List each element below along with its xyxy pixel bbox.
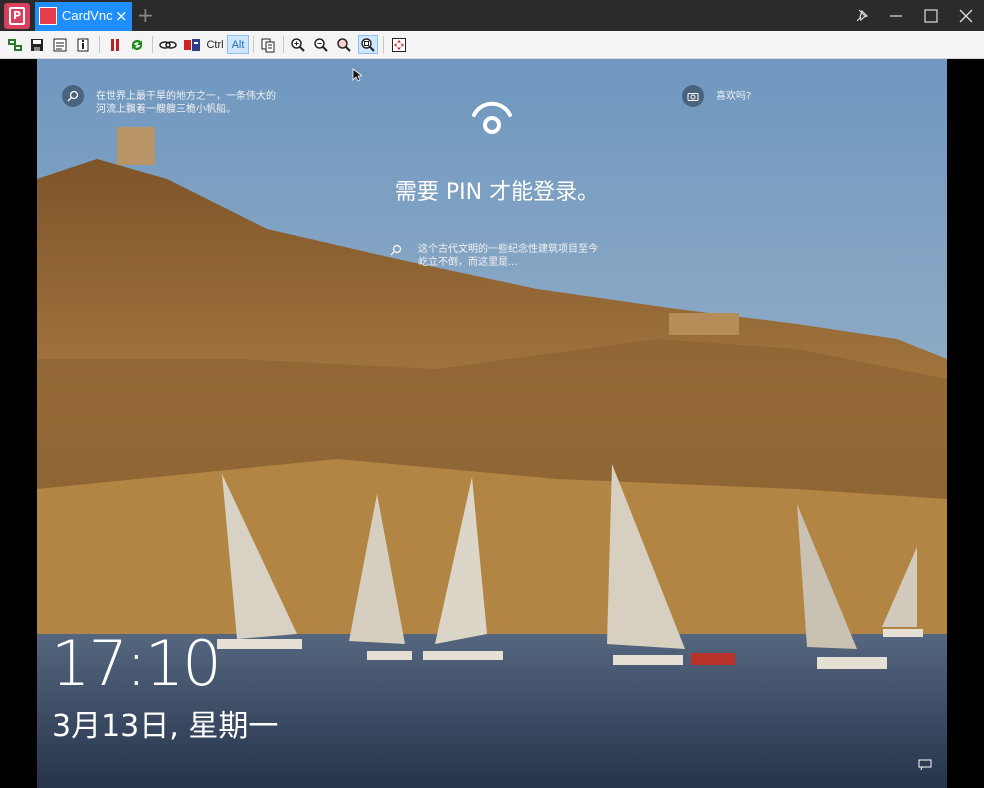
zoom-out-button[interactable]: [312, 35, 330, 54]
like-prompt[interactable]: 喜欢吗?: [716, 90, 751, 103]
clipboard-button[interactable]: [259, 35, 277, 54]
refresh-button[interactable]: [128, 35, 146, 54]
pin-required-title: 需要 PIN 才能登录。: [394, 180, 600, 205]
send-keys-button[interactable]: [158, 35, 178, 54]
zoom-100-button[interactable]: [335, 35, 353, 54]
properties-button[interactable]: [51, 35, 69, 54]
search-icon: [67, 90, 79, 102]
minimize-button[interactable]: [879, 0, 913, 31]
save-icon: [31, 38, 43, 51]
app-logo-icon[interactable]: P: [4, 3, 30, 29]
keyboard-link-icon: [159, 40, 177, 49]
vnc-tab-icon: [39, 7, 57, 25]
zoom-fit-icon: [361, 37, 375, 52]
pin-window-button[interactable]: [845, 0, 879, 31]
pause-button[interactable]: [106, 35, 124, 54]
image-description-hint[interactable]: 在世界上最干旱的地方之一，一条伟大的 河流上飘着一艘艘三桅小帆船。: [96, 90, 276, 116]
zoom-in-icon: [291, 37, 305, 52]
close-icon: [959, 9, 973, 22]
search-icon: [390, 244, 402, 256]
zoom-fit-button[interactable]: [358, 35, 378, 54]
title-bar: P CardVnc × +: [0, 0, 984, 31]
connect-button[interactable]: [6, 35, 24, 54]
connect-icon: [8, 38, 22, 51]
hint-line-1: 在世界上最干旱的地方之一，一条伟大的: [96, 91, 276, 102]
refresh-icon: [132, 39, 142, 50]
fullscreen-button[interactable]: [389, 35, 409, 54]
alt-key-toggle[interactable]: Alt: [227, 35, 249, 54]
lock-screen[interactable]: 在世界上最干旱的地方之一，一条伟大的 河流上飘着一艘艘三桅小帆船。 喜欢吗? 需…: [37, 59, 947, 788]
ctrl-alt-del-button[interactable]: [182, 35, 202, 54]
ctrl-alt-del-icon: [184, 38, 200, 51]
tab-label: CardVnc: [62, 8, 113, 23]
camera-hint-icon[interactable]: [682, 85, 704, 107]
mouse-cursor-icon: [352, 68, 362, 82]
info-icon: [77, 38, 89, 51]
tab-close-icon[interactable]: ×: [115, 6, 128, 26]
fullscreen-icon: [392, 37, 406, 52]
pin-icon: [856, 9, 869, 21]
clipboard-icon: [261, 38, 275, 52]
zoom-in-button[interactable]: [289, 35, 307, 54]
landmark-hint-line-2: 屹立不倒，而这里是...: [418, 257, 518, 268]
close-window-button[interactable]: [949, 0, 983, 31]
lock-clock: 17:10: [51, 627, 222, 700]
toolbar: Ctrl Alt: [0, 31, 984, 59]
pause-icon: [111, 38, 119, 51]
minimize-icon: [890, 14, 902, 17]
hint-line-2: 河流上飘着一艘艘三桅小帆船。: [96, 104, 236, 115]
tab-cardvnc[interactable]: CardVnc ×: [35, 2, 132, 31]
lock-date: 3月13日, 星期一: [52, 709, 279, 744]
zoom-out-icon: [314, 37, 328, 52]
ctrl-key-toggle[interactable]: Ctrl: [204, 35, 226, 54]
pin-signal-icon: [472, 101, 512, 134]
landmark-hint-line-1: 这个古代文明的一些纪念性建筑项目至今: [418, 244, 598, 255]
remote-viewport[interactable]: 在世界上最干旱的地方之一，一条伟大的 河流上飘着一艘艘三桅小帆船。 喜欢吗? 需…: [0, 59, 984, 788]
new-tab-button[interactable]: +: [137, 3, 154, 27]
search-hint-icon[interactable]: [62, 85, 84, 107]
camera-icon: [687, 92, 699, 101]
properties-icon: [53, 38, 67, 51]
maximize-button[interactable]: [914, 0, 948, 31]
zoom-actual-size-icon: [337, 37, 351, 52]
save-button[interactable]: [28, 35, 46, 54]
maximize-icon: [924, 8, 938, 23]
landmark-hint[interactable]: 这个古代文明的一些纪念性建筑项目至今 屹立不倒，而这里是...: [418, 243, 598, 269]
info-button[interactable]: [74, 35, 92, 54]
feedback-icon[interactable]: [918, 759, 932, 771]
